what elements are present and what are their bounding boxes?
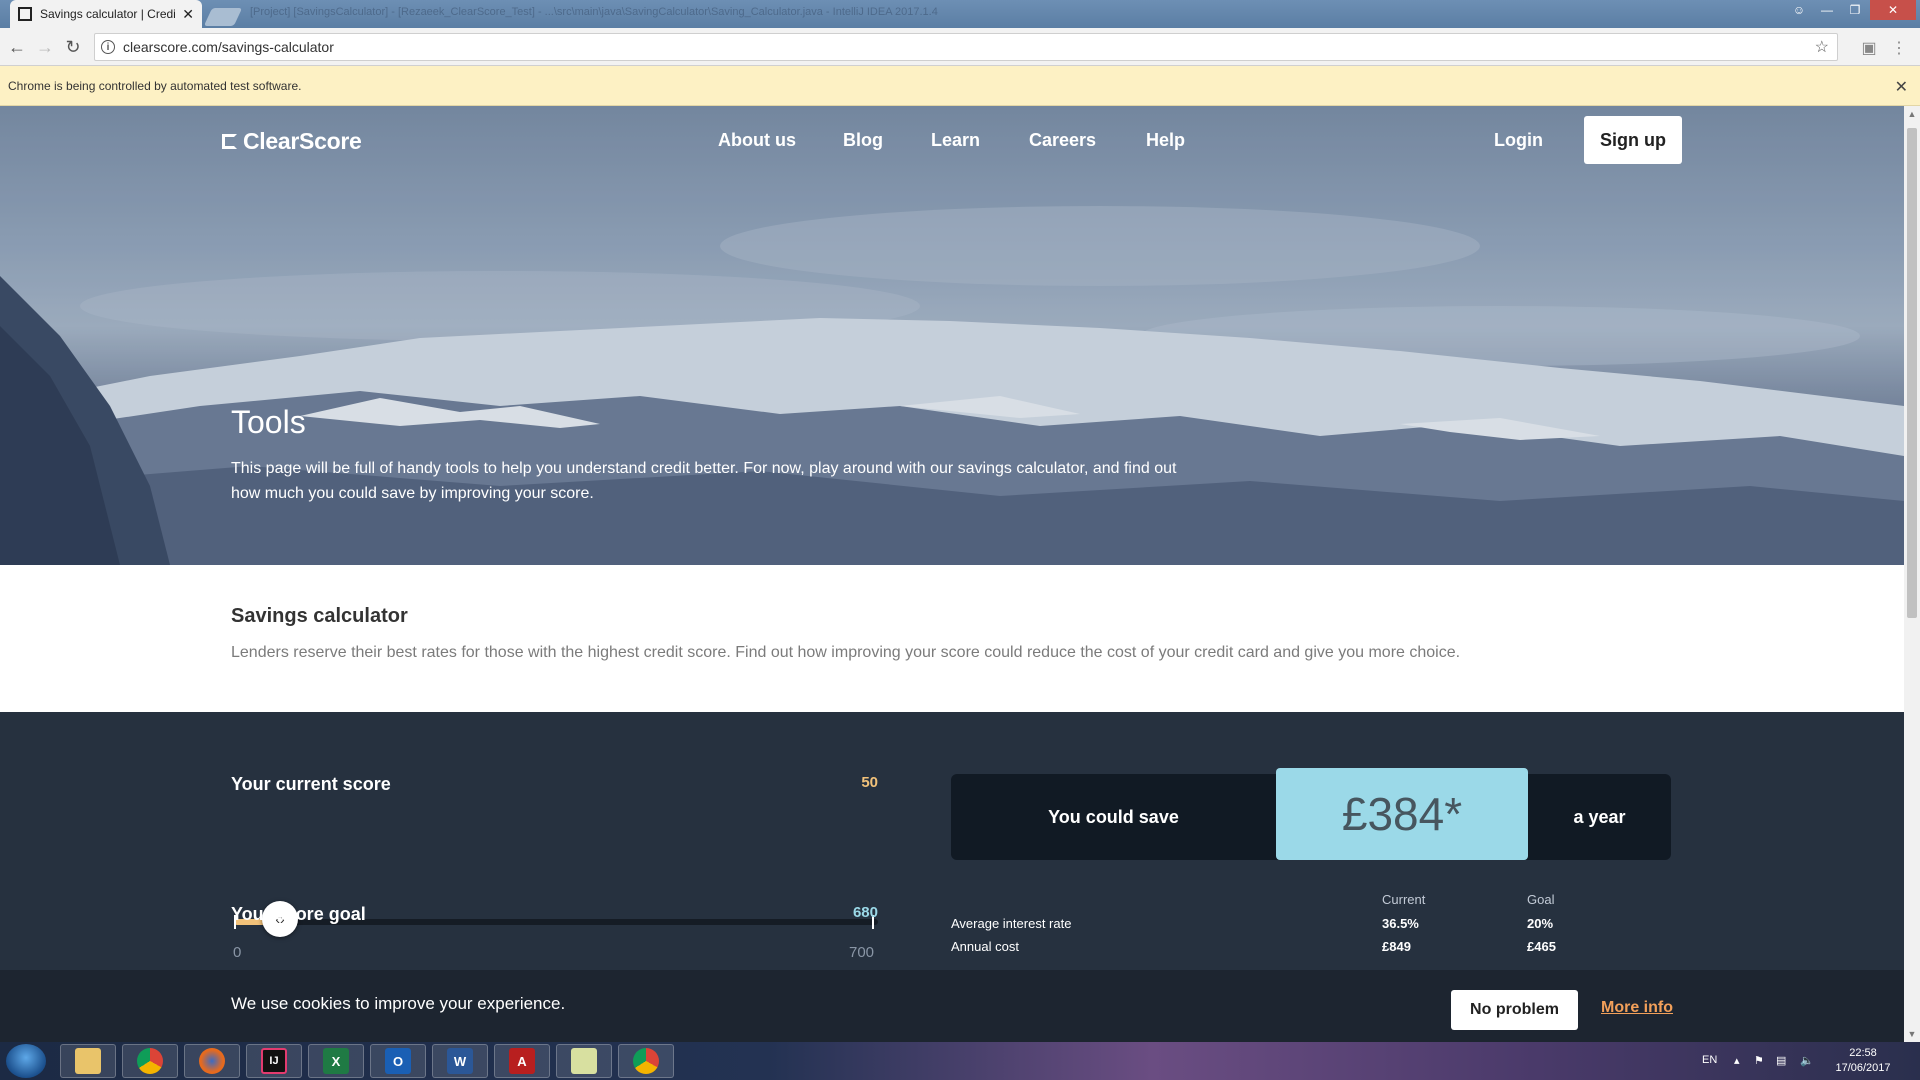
chrome-taskbar-icon[interactable]: [122, 1044, 178, 1078]
infobar-close-icon[interactable]: ✕: [1895, 77, 1908, 97]
comparison-row-current: 36.5%: [1382, 916, 1419, 931]
scrollbar-thumb[interactable]: [1907, 128, 1917, 618]
login-link[interactable]: Login: [1494, 130, 1543, 151]
action-center-flag-icon[interactable]: ⚑: [1754, 1054, 1764, 1067]
cookie-banner: We use cookies to improve your experienc…: [0, 970, 1904, 1042]
extension-icon[interactable]: ▣: [1860, 38, 1878, 57]
tab-title: Savings calculator | Credi: [40, 7, 176, 21]
bookmark-star-icon[interactable]: ☆: [1815, 37, 1829, 57]
savings-label: You could save: [1048, 806, 1179, 827]
word-taskbar-icon[interactable]: W: [432, 1044, 488, 1078]
page-viewport: ClearScore About us Blog Learn Careers H…: [0, 106, 1904, 1042]
menu-icon[interactable]: ⋮: [1890, 38, 1908, 57]
comparison-header-goal: Goal: [1527, 892, 1555, 907]
address-bar[interactable]: i clearscore.com/savings-calculator ☆: [94, 33, 1838, 61]
user-icon[interactable]: ☺: [1786, 0, 1812, 20]
comparison-row-goal: 20%: [1527, 916, 1554, 931]
start-button[interactable]: [6, 1044, 46, 1078]
infobar-text: Chrome is being controlled by automated …: [8, 78, 302, 93]
browser-toolbar: ← → ↻ i clearscore.com/savings-calculato…: [0, 28, 1920, 66]
windows-taskbar: IJ X O W A EN ▴ ⚑ ▤ 🔈 22:58 17/06/2017: [0, 1042, 1920, 1080]
clock-time: 22:58: [1849, 1047, 1877, 1059]
window-titlebar: Savings calculator | Credi ✕ [Project] […: [0, 0, 1920, 28]
current-score-min: 0: [233, 944, 242, 961]
cookie-accept-button[interactable]: No problem: [1451, 990, 1578, 1030]
project-taskbar-icon[interactable]: [556, 1044, 612, 1078]
explorer-taskbar-icon[interactable]: [60, 1044, 116, 1078]
comparison-row-current: £849: [1382, 939, 1411, 954]
clearscore-logo[interactable]: ClearScore: [222, 128, 362, 155]
comparison-row-label: Annual cost: [951, 939, 1019, 954]
scroll-up-icon[interactable]: ▲: [1904, 106, 1920, 122]
minimize-icon[interactable]: —: [1814, 0, 1840, 20]
comparison-header-current: Current: [1382, 892, 1426, 907]
tray-expand-icon[interactable]: ▴: [1734, 1054, 1740, 1067]
tab-savings-calculator[interactable]: Savings calculator | Credi ✕: [10, 0, 202, 28]
logo-text: ClearScore: [243, 128, 362, 154]
nav-blog[interactable]: Blog: [843, 130, 883, 151]
savings-amount: £384*: [1276, 768, 1528, 860]
background-window-title: [Project] [SavingsCalculator] - [Rezaeek…: [250, 6, 938, 18]
score-goal-value: 680: [852, 904, 878, 921]
cookie-text: We use cookies to improve your experienc…: [231, 994, 566, 1013]
forward-icon[interactable]: →: [34, 36, 56, 58]
savings-period: a year: [1573, 806, 1626, 827]
nav-help[interactable]: Help: [1146, 130, 1185, 151]
nav-learn[interactable]: Learn: [931, 130, 980, 151]
clearscore-logo-icon: [222, 134, 237, 149]
firefox-taskbar-icon[interactable]: [184, 1044, 240, 1078]
back-icon[interactable]: ←: [6, 36, 28, 58]
score-goal-label: Your score goal: [231, 904, 366, 924]
scroll-down-icon[interactable]: ▼: [1904, 1026, 1920, 1042]
reload-icon[interactable]: ↻: [62, 36, 84, 58]
signup-button[interactable]: Sign up: [1584, 116, 1682, 164]
intellij-taskbar-icon[interactable]: IJ: [246, 1044, 302, 1078]
language-indicator[interactable]: EN: [1702, 1054, 1717, 1066]
page-scrollbar[interactable]: ▲ ▼: [1904, 106, 1920, 1042]
current-score-value: 50: [861, 774, 878, 791]
calculator-title: Savings calculator: [231, 605, 408, 627]
outlook-taskbar-icon[interactable]: O: [370, 1044, 426, 1078]
current-score-label: Your current score: [231, 774, 391, 794]
automation-infobar: Chrome is being controlled by automated …: [0, 66, 1920, 106]
new-tab-button[interactable]: [203, 8, 243, 26]
volume-icon[interactable]: 🔈: [1800, 1054, 1814, 1067]
calculator-intro: Savings calculator Lenders reserve their…: [0, 565, 1904, 721]
excel-taskbar-icon[interactable]: X: [308, 1044, 364, 1078]
nav-about-us[interactable]: About us: [718, 130, 796, 151]
calculator-description: Lenders reserve their best rates for tho…: [231, 644, 1461, 661]
clearscore-favicon-icon: [18, 7, 32, 21]
current-score-max: 700: [849, 944, 875, 961]
comparison-row-goal: £465: [1527, 939, 1556, 954]
page-title: Tools: [231, 404, 306, 440]
cookie-more-info-link[interactable]: More info: [1601, 999, 1673, 1017]
close-window-icon[interactable]: ✕: [1870, 0, 1916, 20]
clock-date: 17/06/2017: [1835, 1062, 1891, 1074]
hero-description: This page will be full of handy tools to…: [231, 460, 1177, 502]
system-clock[interactable]: 22:58 17/06/2017: [1828, 1046, 1898, 1076]
nav-careers[interactable]: Careers: [1029, 130, 1096, 151]
url-text: clearscore.com/savings-calculator: [123, 39, 334, 55]
comparison-row-label: Average interest rate: [951, 916, 1072, 931]
chrome-active-taskbar-icon[interactable]: [618, 1044, 674, 1078]
hero-banner: ClearScore About us Blog Learn Careers H…: [0, 106, 1904, 565]
restore-icon[interactable]: ❐: [1842, 0, 1868, 20]
network-icon[interactable]: ▤: [1776, 1054, 1786, 1067]
savings-result: You could save £384* a year: [951, 768, 1671, 860]
acrobat-taskbar-icon[interactable]: A: [494, 1044, 550, 1078]
site-info-icon[interactable]: i: [101, 40, 115, 54]
tab-close-icon[interactable]: ✕: [182, 6, 194, 23]
